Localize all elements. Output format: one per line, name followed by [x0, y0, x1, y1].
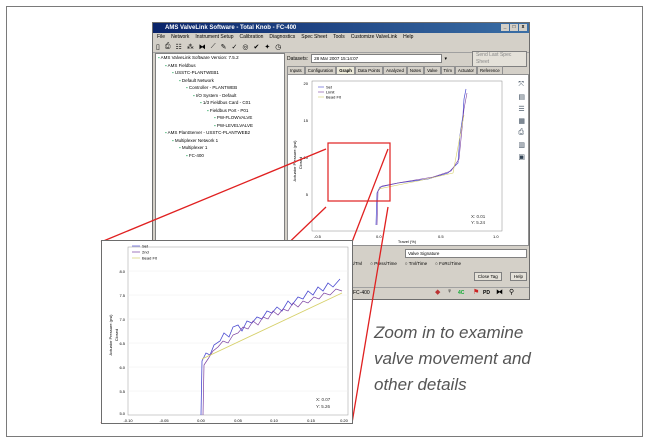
zoom-ytick: 5.5: [119, 389, 125, 394]
zoom-xtick: 0.10: [270, 418, 279, 423]
zoom-readout-x: X: 0.07: [316, 397, 331, 402]
zoom-ytick: 7.5: [119, 293, 125, 298]
zoom-ytick: 5.0: [119, 411, 125, 416]
zoom-svg: Actuator Pressure (psi) Closed 8.0 7.5 7…: [108, 244, 349, 424]
zoom-legend-set: Set: [142, 244, 149, 249]
zoom-ytick: 7.0: [119, 317, 125, 322]
zoom-plot-area: [127, 246, 349, 416]
zoom-xtick: 0.20: [340, 418, 349, 423]
zoom-ytick: 8.0: [119, 269, 125, 274]
zoom-inset: Actuator Pressure (psi) Closed 8.0 7.5 7…: [101, 240, 353, 424]
zoom-xtick: -0.10: [123, 418, 133, 423]
zoom-xtick: -0.05: [159, 418, 169, 423]
connector-line: [100, 148, 327, 243]
caption-line: valve movement and: [374, 349, 531, 368]
zoom-readout-y: Y: 5.26: [316, 404, 331, 409]
caption-line: other details: [374, 375, 467, 394]
zoom-legend-fit: Bead Fit: [142, 256, 158, 261]
zoom-xtick: 0.05: [234, 418, 243, 423]
caption: Zoom in to examine valve movement and ot…: [374, 320, 614, 398]
zoom-legend-2nd: 2nd: [142, 250, 149, 255]
connector-line: [351, 148, 389, 243]
zoom-xtick: 0.15: [307, 418, 316, 423]
caption-line: Zoom in to examine: [374, 323, 524, 342]
zoom-ylabel: Actuator Pressure (psi): [108, 314, 113, 356]
zoom-ytick: 6.0: [119, 365, 125, 370]
zoom-xtick: 0.00: [197, 418, 206, 423]
zoom-ytick: 6.5: [119, 341, 125, 346]
zoom-closed-label: Closed: [114, 329, 119, 341]
